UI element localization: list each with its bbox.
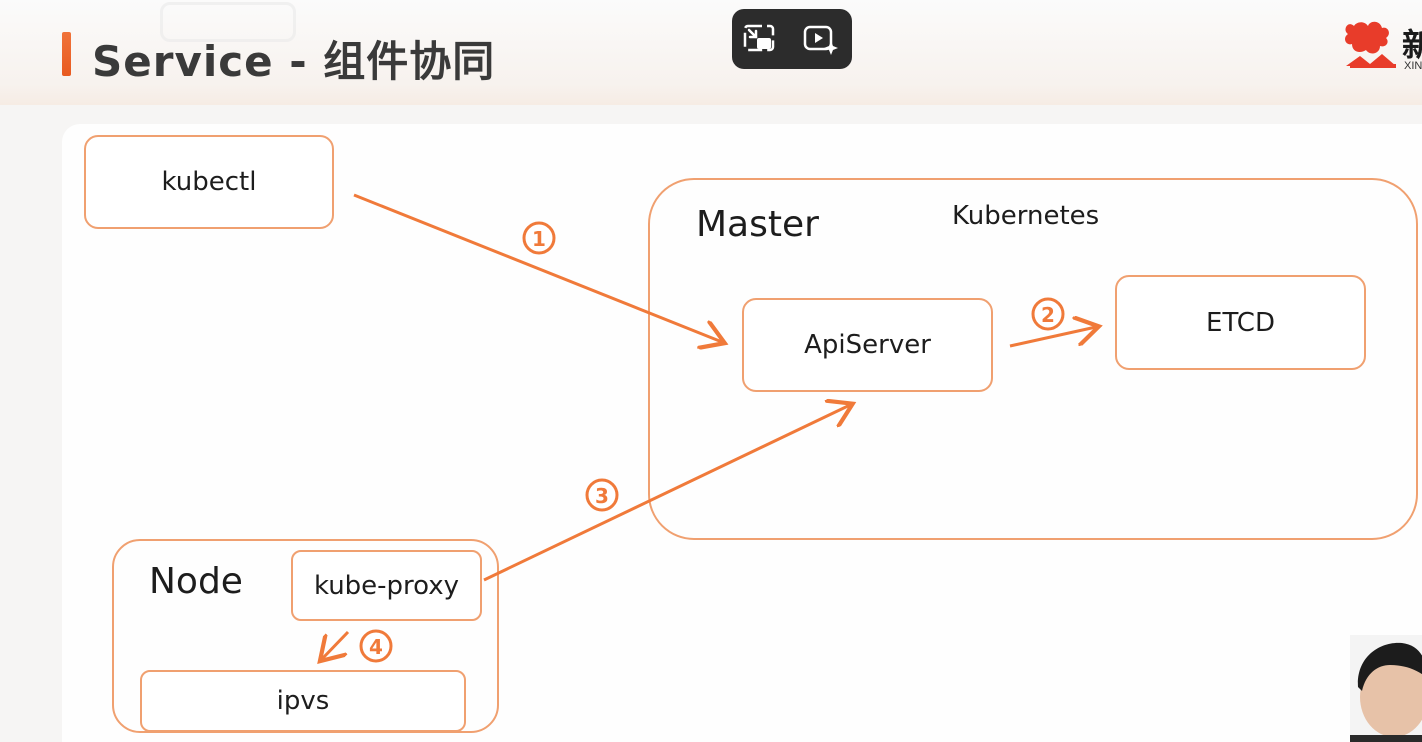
step-marker-4: 4 — [359, 629, 393, 663]
presenter-video-thumbnail — [1350, 635, 1422, 742]
slide-page: Service - 组件协同 新 XIN kubectl Master Kube… — [0, 0, 1422, 742]
step-marker-2: 2 — [1031, 297, 1065, 331]
arrow-kubectl-to-apiserver — [353, 193, 722, 342]
svg-text:4: 4 — [369, 635, 383, 659]
svg-text:1: 1 — [532, 227, 546, 251]
diagram-arrows: 1 2 3 4 — [0, 193, 1422, 742]
arrow-kube-proxy-to-apiserver — [483, 405, 850, 582]
svg-text:3: 3 — [595, 484, 609, 508]
svg-text:2: 2 — [1041, 303, 1055, 327]
arrow-apiserver-to-etcd — [1009, 327, 1096, 348]
arrow-kube-proxy-to-ipvs — [322, 630, 350, 659]
step-marker-1: 1 — [522, 221, 556, 255]
step-marker-3: 3 — [585, 478, 619, 512]
